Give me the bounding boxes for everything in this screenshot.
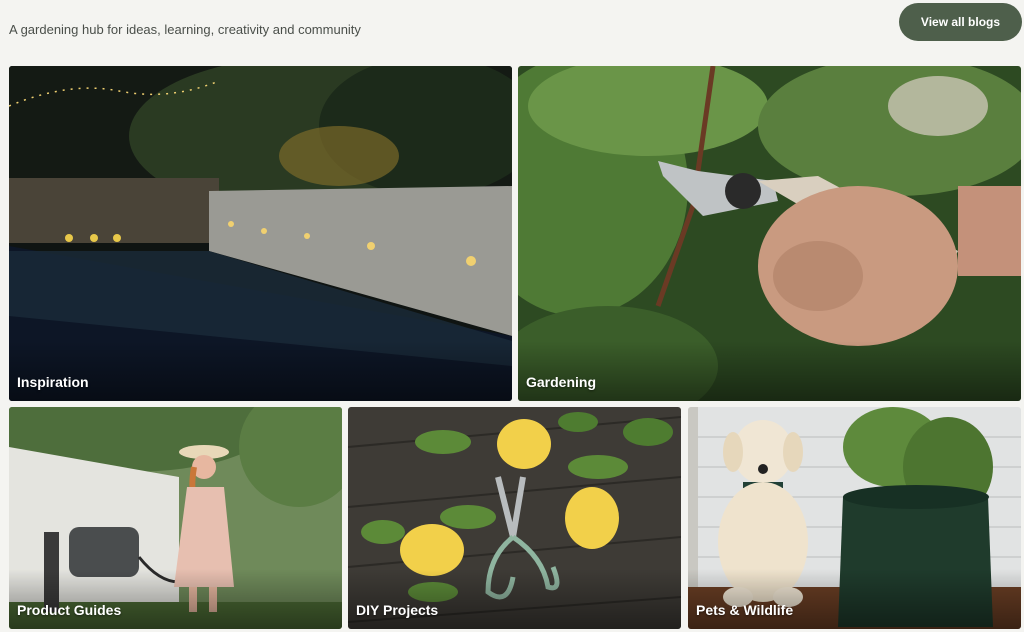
tile-label: Gardening [526, 374, 597, 390]
blog-category-pets-wildlife[interactable]: Pets & Wildlife [688, 407, 1021, 629]
tile-label: Product Guides [17, 602, 122, 618]
tile-label: Pets & Wildlife [696, 602, 794, 618]
view-all-blogs-button[interactable]: View all blogs [899, 3, 1022, 41]
blog-category-product-guides[interactable]: Product Guides [9, 407, 342, 629]
blog-category-diy-projects[interactable]: DIY Projects [348, 407, 681, 629]
blog-category-gardening[interactable]: Gardening [518, 66, 1021, 401]
tile-label: DIY Projects [356, 602, 439, 618]
tagline: A gardening hub for ideas, learning, cre… [9, 22, 361, 37]
tile-label: Inspiration [17, 374, 89, 390]
blog-category-inspiration[interactable]: Inspiration [9, 66, 512, 401]
